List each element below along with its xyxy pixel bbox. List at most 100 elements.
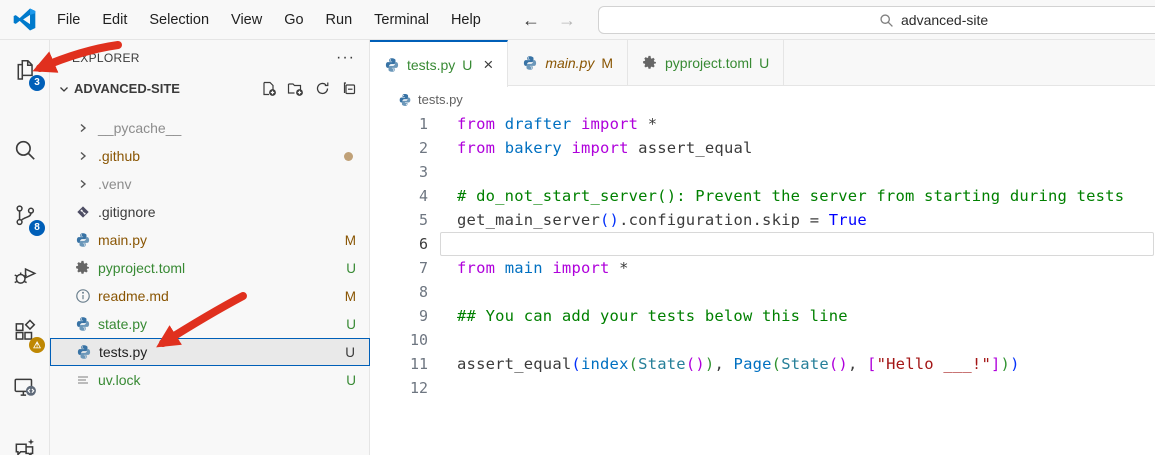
file-label: main.py <box>98 232 148 248</box>
gear-icon <box>642 55 658 71</box>
menu-item-go[interactable]: Go <box>273 0 314 40</box>
code-line-3[interactable]: 3 <box>370 160 1155 184</box>
title-bar: File Edit Selection View Go Run Terminal Help ←… <box>0 0 1155 40</box>
code-editor[interactable]: 1 from drafter import * 2 from bakery impor… <box>370 112 1155 455</box>
line-number: 6 <box>418 235 428 253</box>
code-line-5[interactable]: 5 get_main_server().configuration.skip = … <box>370 208 1155 232</box>
file-item-main-py[interactable]: main.py M <box>50 226 370 254</box>
python-icon <box>75 344 92 361</box>
explorer-title: EXPLORER <box>72 51 140 65</box>
file-item--venv[interactable]: .venv <box>50 170 370 198</box>
file-label: .github <box>98 148 141 164</box>
code-line-9[interactable]: 9 ## You can add your tests below this li… <box>370 304 1155 328</box>
breadcrumb[interactable]: tests.py <box>370 87 1155 112</box>
git-status-letter: U <box>345 344 355 360</box>
code-text: from bakery import assert_equal <box>457 139 753 157</box>
menu-item-terminal[interactable]: Terminal <box>363 0 440 40</box>
activity-search-icon[interactable] <box>1 126 49 174</box>
line-number: 7 <box>418 259 428 277</box>
code-line-12[interactable]: 12 <box>370 376 1155 400</box>
activity-run-debug-icon[interactable] <box>1 251 49 299</box>
activity-extensions-icon[interactable]: ⚠ <box>1 308 49 356</box>
menu-bar: File Edit Selection View Go Run Terminal Help <box>46 0 492 40</box>
editor-tab-strip: tests.py U × main.py M pyproject.toml U <box>370 40 1155 87</box>
tab-tests-py[interactable]: tests.py U × <box>370 40 509 87</box>
activity-source-control-icon[interactable]: 8 <box>1 191 49 239</box>
file-label: __pycache__ <box>98 120 182 136</box>
code-text: # do_not_start_server(): Prevent the ser… <box>457 187 1125 205</box>
tab-git-status: M <box>601 55 614 71</box>
chevron-right-icon <box>74 120 91 137</box>
line-number: 8 <box>418 283 428 301</box>
menu-item-help[interactable]: Help <box>440 0 492 40</box>
line-number: 4 <box>418 187 428 205</box>
activity-chat-icon[interactable] <box>1 424 49 455</box>
explorer-root-folder[interactable]: ADVANCED-SITE <box>50 76 369 101</box>
file-label: tests.py <box>99 344 148 360</box>
command-center-search[interactable]: advanced-site <box>598 6 1155 34</box>
file-item-readme-md[interactable]: readme.md M <box>50 282 370 310</box>
code-line-8[interactable]: 8 <box>370 280 1155 304</box>
current-line-highlight <box>440 232 1154 256</box>
code-line-6[interactable]: 6 <box>370 232 1155 256</box>
file-item--pycache-[interactable]: __pycache__ <box>50 114 370 142</box>
info-icon <box>74 288 91 305</box>
activity-explorer-icon[interactable]: 3 <box>1 46 49 94</box>
tab-label: pyproject.toml <box>665 55 753 71</box>
menu-item-file[interactable]: File <box>46 0 91 40</box>
code-line-10[interactable]: 10 <box>370 328 1155 352</box>
file-label: uv.lock <box>98 372 141 388</box>
line-number: 9 <box>418 307 428 325</box>
new-folder-icon[interactable] <box>287 80 305 98</box>
line-number: 1 <box>418 115 428 133</box>
close-icon[interactable]: × <box>483 56 493 73</box>
tab-pyproject-toml[interactable]: pyproject.toml U <box>628 40 785 86</box>
collapse-all-icon[interactable] <box>341 80 359 98</box>
code-line-2[interactable]: 2 from bakery import assert_equal <box>370 136 1155 160</box>
new-file-icon[interactable] <box>260 80 278 98</box>
tab-main-py[interactable]: main.py M <box>508 40 629 86</box>
history-back-icon[interactable]: ← <box>522 10 540 31</box>
chevron-down-icon <box>60 86 68 92</box>
menu-item-edit[interactable]: Edit <box>91 0 138 40</box>
history-forward-icon: → <box>558 9 576 30</box>
code-line-7[interactable]: 7 from main import * <box>370 256 1155 280</box>
root-folder-name: ADVANCED-SITE <box>74 81 180 96</box>
file-label: state.py <box>98 316 148 332</box>
code-text: ## You can add your tests below this lin… <box>457 307 848 325</box>
file-item-uv-lock[interactable]: uv.lock U <box>50 366 370 394</box>
line-number: 5 <box>418 211 428 229</box>
file-item-state-py[interactable]: state.py U <box>50 310 370 338</box>
search-icon <box>880 13 893 27</box>
gear-icon <box>74 260 91 277</box>
code-line-1[interactable]: 1 from drafter import * <box>370 112 1155 136</box>
git-status-letter: M <box>344 288 356 304</box>
refresh-icon[interactable] <box>314 80 332 98</box>
file-item--github[interactable]: .github <box>50 142 370 170</box>
chevron-right-icon <box>74 148 91 165</box>
python-icon <box>522 55 538 71</box>
code-line-4[interactable]: 4 # do_not_start_server(): Prevent the se… <box>370 184 1155 208</box>
file-label: .gitignore <box>98 204 156 220</box>
code-text: assert_equal(index(State()), Page(State(… <box>457 355 1020 373</box>
menu-item-selection[interactable]: Selection <box>138 0 220 40</box>
file-item-pyproject-toml[interactable]: pyproject.toml U <box>50 254 370 282</box>
python-icon <box>74 316 91 333</box>
code-text: from drafter import * <box>457 115 658 133</box>
code-text: from main import * <box>457 259 629 277</box>
tab-git-status: U <box>759 55 770 71</box>
file-item-tests-py[interactable]: tests.py U <box>50 338 370 366</box>
tab-git-status: U <box>462 56 473 73</box>
git-status-letter: M <box>344 232 356 248</box>
tab-label: tests.py <box>407 56 456 73</box>
chevron-right-icon <box>74 176 91 193</box>
menu-item-run[interactable]: Run <box>315 0 364 40</box>
file-label: readme.md <box>98 288 169 304</box>
code-line-11[interactable]: 11 assert_equal(index(State()), Page(Stat… <box>370 352 1155 376</box>
menu-item-view[interactable]: View <box>220 0 273 40</box>
explorer-sidebar: EXPLORER ··· ADVANCED-SITE __pycache__ .g… <box>50 40 370 455</box>
file-item--gitignore[interactable]: .gitignore <box>50 198 370 226</box>
explorer-more-actions-icon[interactable]: ··· <box>336 49 355 67</box>
activity-remote-icon[interactable] <box>1 363 49 411</box>
code-text: get_main_server().configuration.skip = T… <box>457 211 867 229</box>
